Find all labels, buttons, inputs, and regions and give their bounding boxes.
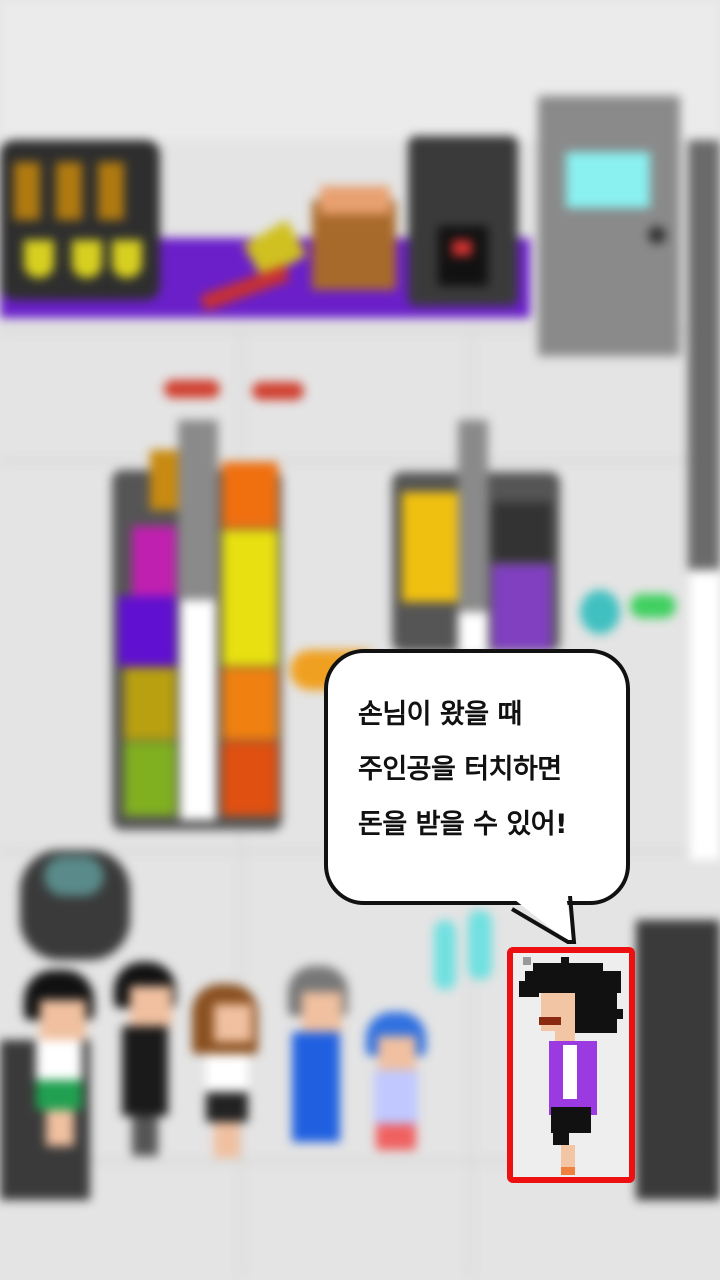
bottle-shelf	[0, 140, 160, 300]
message-line-3: 돈을 받을 수 있어!	[358, 809, 567, 840]
main-character-icon[interactable]	[513, 953, 629, 1177]
back-door	[538, 96, 680, 356]
checkout-counter	[636, 920, 720, 1200]
green-item	[630, 594, 676, 618]
side-wall	[688, 140, 720, 570]
hero-highlight-frame[interactable]	[507, 947, 635, 1183]
tutorial-message: 손님이 왔을 때 주인공을 터치하면 돈을 받을 수 있어!	[358, 687, 618, 852]
vending-machine	[408, 136, 518, 306]
customer-icon	[192, 984, 262, 1174]
drink-fridge	[112, 420, 282, 830]
drink-fridge	[392, 420, 560, 652]
floor-line	[0, 460, 720, 462]
trash-bin	[20, 850, 130, 960]
speech-bubble: 손님이 왔을 때 주인공을 터치하면 돈을 받을 수 있어!	[324, 649, 630, 905]
message-line-1: 손님이 왔을 때	[358, 699, 522, 730]
teal-item	[580, 590, 620, 634]
customer-icon	[110, 962, 180, 1172]
snack-items	[320, 186, 390, 214]
ceiling-lamp	[164, 380, 220, 398]
customer-icon	[282, 966, 352, 1166]
water-drop	[434, 920, 456, 990]
ceiling-lamp	[252, 382, 304, 400]
message-line-2: 주인공을 터치하면	[358, 754, 562, 785]
customer-icon	[362, 1012, 432, 1172]
water-drop	[468, 910, 492, 980]
side-wall-light	[690, 570, 720, 860]
speech-bubble-tail	[510, 896, 577, 944]
customer-icon	[20, 970, 100, 1170]
